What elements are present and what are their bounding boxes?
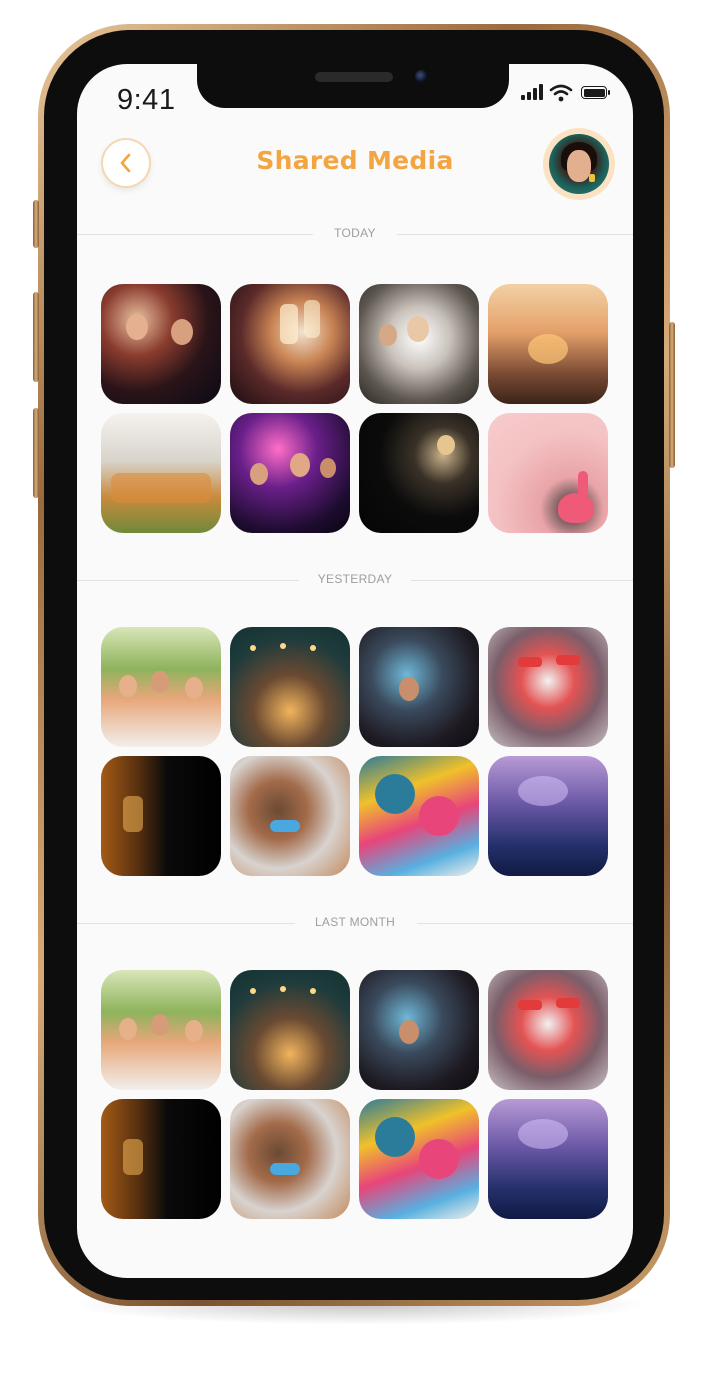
volume-down-button [33, 408, 39, 498]
wifi-icon [549, 84, 573, 102]
section-label: LAST MONTH [314, 915, 396, 929]
battery-cap [608, 90, 610, 95]
photo-grid-yesterday [101, 627, 608, 876]
notch [197, 64, 509, 108]
screen: 9:41 Shared Media TODAY YESTERDAY LAST M… [77, 64, 633, 1278]
status-icons [515, 84, 615, 104]
photo-thumbnail[interactable] [488, 1099, 608, 1219]
section-divider-last-month: LAST MONTH [77, 915, 633, 931]
photo-thumbnail[interactable] [488, 284, 608, 404]
section-label: YESTERDAY [317, 572, 393, 586]
photo-thumbnail[interactable] [359, 970, 479, 1090]
photo-thumbnail[interactable] [230, 284, 350, 404]
section-divider-today: TODAY [77, 226, 633, 242]
photo-thumbnail[interactable] [230, 970, 350, 1090]
photo-thumbnail[interactable] [359, 627, 479, 747]
photo-thumbnail[interactable] [359, 284, 479, 404]
power-button [669, 322, 675, 468]
photo-thumbnail[interactable] [230, 756, 350, 876]
battery-icon [581, 86, 607, 99]
photo-thumbnail[interactable] [359, 756, 479, 876]
photo-thumbnail[interactable] [230, 1099, 350, 1219]
avatar [549, 134, 609, 194]
photo-grid-today [101, 284, 608, 533]
photo-thumbnail[interactable] [101, 413, 221, 533]
section-label: TODAY [334, 226, 376, 240]
section-divider-yesterday: YESTERDAY [77, 572, 633, 588]
photo-thumbnail[interactable] [230, 627, 350, 747]
photo-thumbnail[interactable] [101, 284, 221, 404]
photo-thumbnail[interactable] [488, 627, 608, 747]
photo-thumbnail[interactable] [101, 627, 221, 747]
photo-thumbnail[interactable] [101, 756, 221, 876]
photo-thumbnail[interactable] [488, 970, 608, 1090]
photo-thumbnail[interactable] [488, 756, 608, 876]
photo-thumbnail[interactable] [101, 970, 221, 1090]
photo-thumbnail[interactable] [230, 413, 350, 533]
signal-icon [521, 84, 545, 100]
avatar-button[interactable] [543, 128, 615, 200]
photo-thumbnail[interactable] [359, 1099, 479, 1219]
photo-thumbnail[interactable] [488, 413, 608, 533]
photo-thumbnail[interactable] [359, 413, 479, 533]
photo-grid-last-month [101, 970, 608, 1219]
status-time: 9:41 [117, 84, 176, 116]
speaker-grille [315, 72, 393, 82]
volume-up-button [33, 292, 39, 382]
mute-switch [33, 200, 39, 248]
front-camera [415, 70, 428, 83]
photo-thumbnail[interactable] [101, 1099, 221, 1219]
